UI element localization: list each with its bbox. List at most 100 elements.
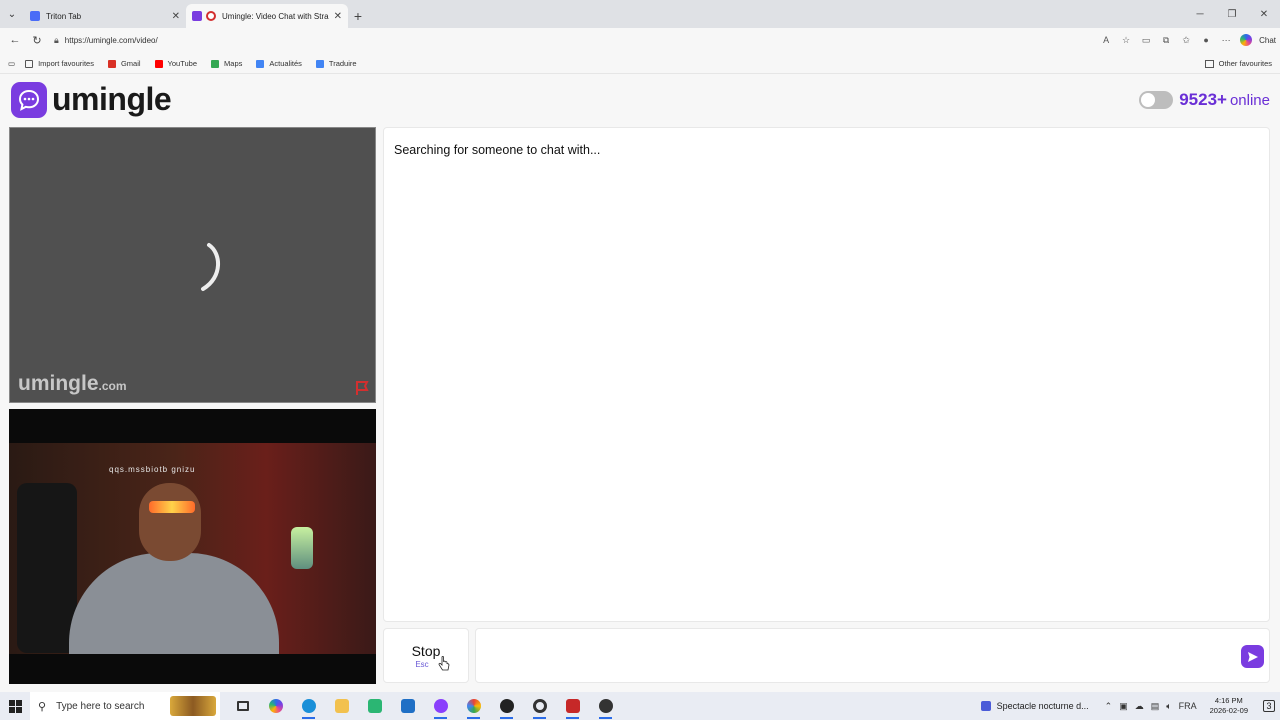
outlook-icon[interactable] <box>391 692 424 720</box>
edge-icon[interactable] <box>292 692 325 720</box>
url-text: https://umingle.com/video/ <box>64 35 158 45</box>
url-field[interactable]: 🔒︎ https://umingle.com/video/ <box>54 30 1091 50</box>
chair-shape <box>17 483 77 653</box>
store-icon[interactable] <box>358 692 391 720</box>
self-video: qqs.mssbiotb gnizu <box>9 409 376 684</box>
bookmark-traduire[interactable]: Traduire <box>315 59 357 68</box>
restore-icon[interactable]: ❐ <box>1216 0 1248 28</box>
chat-label[interactable]: Chat <box>1259 31 1276 49</box>
tray-app-icon[interactable]: ▣ <box>1119 701 1128 712</box>
app-ring-icon[interactable] <box>523 692 556 720</box>
favorite-star-icon[interactable]: ☆ <box>1117 31 1135 49</box>
umingle-logo[interactable]: umingle <box>11 81 172 118</box>
more-menu-icon[interactable]: ⋯ <box>1217 31 1235 49</box>
favorites-icon[interactable]: ✩ <box>1177 31 1195 49</box>
new-tab-button[interactable]: + <box>348 4 368 28</box>
network-icon[interactable]: ▤ <box>1151 701 1160 712</box>
copilot-icon[interactable] <box>259 692 292 720</box>
chat-status-message: Searching for someone to chat with... <box>394 143 601 157</box>
close-tab-icon[interactable]: ✕ <box>334 11 342 22</box>
tray-overflow-icon[interactable]: ⌃ <box>1105 701 1113 712</box>
theme-toggle[interactable] <box>1139 91 1174 109</box>
search-icon: ⚲ <box>38 700 47 713</box>
read-aloud-icon[interactable]: A <box>1097 31 1115 49</box>
clock-time: 4:16 PM <box>1214 696 1243 705</box>
clock[interactable]: 4:16 PM 2026-02-09 <box>1210 696 1248 716</box>
notification-center-icon[interactable]: 3 <box>1258 692 1280 720</box>
windows-logo-icon <box>8 699 22 713</box>
back-button[interactable]: ← <box>4 29 26 51</box>
chat-bubble-logo-icon <box>11 81 47 118</box>
copilot-icon[interactable] <box>1237 31 1255 49</box>
stream-overlay-text: qqs.mssbiotb gnizu <box>109 465 196 474</box>
import-icon <box>25 59 34 68</box>
task-view-icon[interactable] <box>226 692 259 720</box>
bookmark-youtube[interactable]: YouTube <box>154 59 197 68</box>
loading-spinner-icon <box>201 243 220 291</box>
close-window-icon[interactable]: ✕ <box>1248 0 1280 28</box>
stop-shortcut-key: Esc <box>415 659 429 669</box>
media-widget[interactable]: Spectacle nocturne d... <box>980 701 1089 711</box>
stop-button[interactable]: Stop Esc <box>383 628 469 683</box>
bookmarks-menu-icon[interactable]: ▭ <box>8 59 15 68</box>
person-body-shape <box>69 553 279 654</box>
bookmark-label: Import favourites <box>38 59 94 68</box>
translate-icon <box>315 59 324 68</box>
message-input[interactable] <box>475 628 1270 683</box>
media-title: Spectacle nocturne d... <box>996 701 1089 711</box>
windows-start-button[interactable] <box>0 692 30 720</box>
stranger-video: umingle.com <box>9 127 376 403</box>
recording-icon <box>206 11 216 21</box>
window-controls: ─ ❐ ✕ <box>1184 0 1280 28</box>
tab-triton[interactable]: Triton Tab ✕ <box>24 4 186 28</box>
self-camera-feed: qqs.mssbiotb gnizu <box>9 443 376 654</box>
other-favourites[interactable]: Other favourites <box>1204 59 1272 68</box>
cloud-icon[interactable]: ☁ <box>1135 701 1144 712</box>
file-explorer-icon[interactable] <box>325 692 358 720</box>
reload-button[interactable]: ↻ <box>26 29 48 51</box>
logo-text: umingle <box>52 81 172 117</box>
online-indicator: 9523+ online <box>1139 90 1270 110</box>
tab-title: Triton Tab <box>46 11 82 21</box>
online-label: online <box>1229 91 1270 109</box>
chat-log: Searching for someone to chat with... <box>383 127 1270 622</box>
lock-icon: 🔒︎ <box>54 34 59 45</box>
send-arrow-icon <box>1247 651 1258 662</box>
app-red-icon[interactable] <box>556 692 589 720</box>
extensions-icon[interactable]: ⧉ <box>1157 31 1175 49</box>
other-favourites-label: Other favourites <box>1218 59 1272 68</box>
online-count: 9523+ <box>1179 90 1227 109</box>
glasses-shape <box>149 501 195 513</box>
address-bar: ← ↻ 🔒︎ https://umingle.com/video/ A ☆ ▭ … <box>0 28 1280 52</box>
watermark-text: umingle <box>18 372 99 395</box>
taskbar-search[interactable]: ⚲ Type here to search <box>30 692 220 720</box>
tab-umingle[interactable]: Umingle: Video Chat with Stra ✕ <box>186 4 348 28</box>
volume-icon[interactable]: 🔈︎ <box>1166 701 1171 712</box>
language-indicator[interactable]: FRA <box>1179 701 1197 711</box>
profile-avatar-icon[interactable]: ● <box>1197 31 1215 49</box>
media-app-icon <box>980 701 991 711</box>
browser-tab-bar: ⌄ Triton Tab ✕ Umingle: Video Chat with … <box>0 0 1280 28</box>
bookmarks-bar: ▭ Import favourites Gmail YouTube Maps A… <box>0 54 1280 74</box>
chrome-icon[interactable] <box>457 692 490 720</box>
obs-icon[interactable] <box>490 692 523 720</box>
minimize-icon[interactable]: ─ <box>1184 0 1216 28</box>
bookmark-gmail[interactable]: Gmail <box>107 59 141 68</box>
send-button[interactable] <box>1241 645 1264 668</box>
tab-actions-menu[interactable]: ⌄ <box>0 0 24 28</box>
messenger-icon[interactable] <box>424 692 457 720</box>
folder-icon <box>1204 59 1214 68</box>
gmail-icon <box>107 59 116 68</box>
search-highlight-art <box>170 696 216 716</box>
bookmark-actualites[interactable]: Actualités <box>256 59 302 68</box>
bookmark-import-favourites[interactable]: Import favourites <box>25 59 94 68</box>
split-screen-icon[interactable]: ▭ <box>1137 31 1155 49</box>
system-tray: Spectacle nocturne d... ⌃ ▣ ☁ ▤ 🔈︎ FRA 4… <box>980 692 1280 720</box>
app-dark-icon[interactable] <box>589 692 622 720</box>
maps-icon <box>211 59 220 68</box>
stop-label: Stop <box>411 642 441 659</box>
report-flag-icon[interactable] <box>354 380 370 396</box>
bookmark-maps[interactable]: Maps <box>211 59 242 68</box>
close-tab-icon[interactable]: ✕ <box>172 11 180 22</box>
bookmark-label: Traduire <box>328 59 357 68</box>
